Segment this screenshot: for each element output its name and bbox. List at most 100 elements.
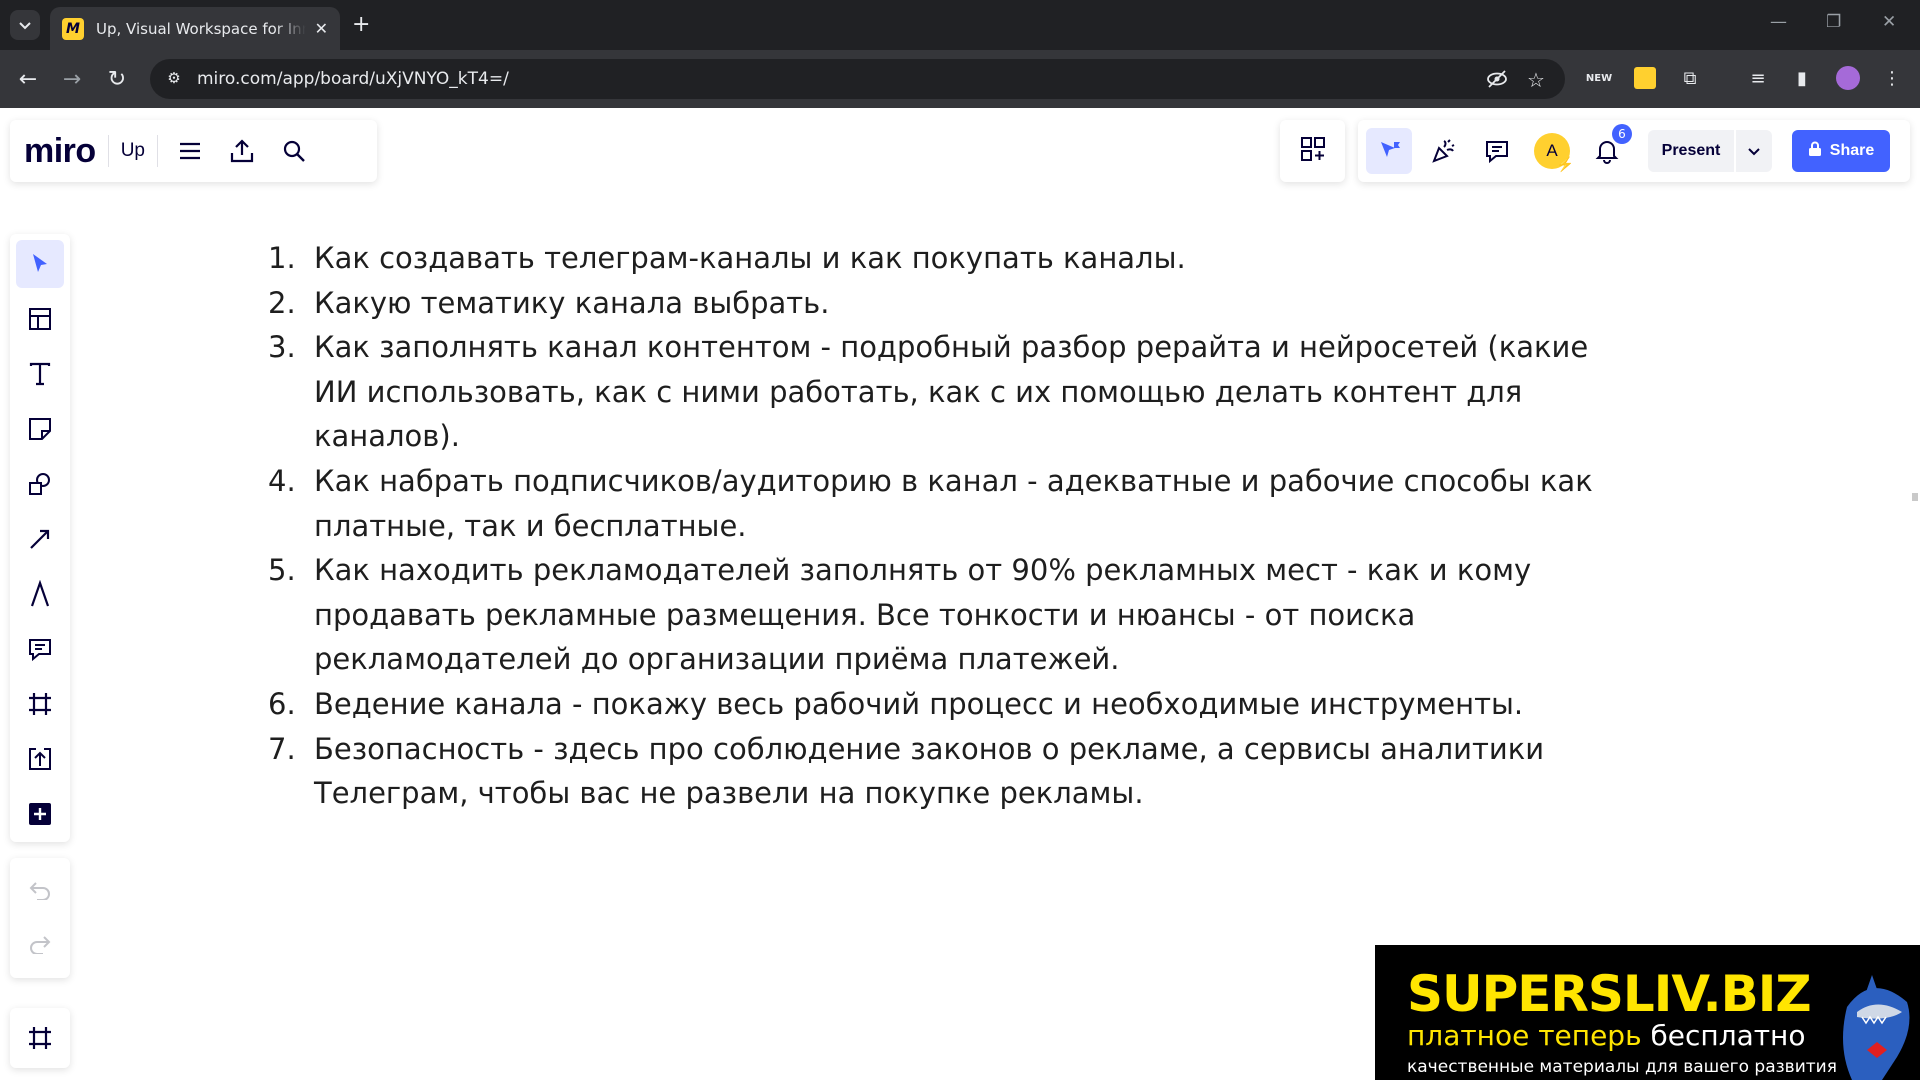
new-extension-icon[interactable]: NEW: [1585, 64, 1613, 92]
sticky-note-button[interactable]: [16, 405, 64, 453]
plus-square-icon: [29, 803, 51, 825]
present-button[interactable]: Present: [1648, 130, 1734, 172]
shapes-icon: [29, 473, 50, 495]
share-label: Share: [1829, 142, 1875, 159]
extensions-puzzle-icon[interactable]: ⧉: [1676, 64, 1704, 92]
scrollbar-handle[interactable]: [1912, 493, 1918, 501]
minimize-icon[interactable]: —: [1770, 12, 1787, 32]
notifications-button[interactable]: 6: [1584, 124, 1632, 174]
more-tools-button[interactable]: [16, 790, 64, 838]
comment-tool-button[interactable]: [16, 625, 64, 673]
connection-line-button[interactable]: [16, 515, 64, 563]
list-item: 4. Как набрать подписчиков/аудиторию в ка…: [268, 459, 1608, 548]
forward-arrow-icon[interactable]: →: [57, 64, 87, 94]
miro-favicon: M: [62, 17, 84, 40]
redo-button[interactable]: [16, 920, 64, 968]
select-tool-button[interactable]: [16, 240, 64, 288]
share-button[interactable]: Share: [1792, 130, 1890, 172]
board-header-panel: miro Up: [10, 120, 377, 182]
apps-panel: [1280, 120, 1345, 182]
browser-tab-bar: M Up, Visual Workspace for Innovation ✕ …: [0, 0, 1920, 50]
upload-icon: [29, 748, 51, 770]
tab-close-icon[interactable]: ✕: [315, 19, 328, 38]
shapes-button[interactable]: [16, 460, 64, 508]
arrow-line-icon: [30, 529, 50, 549]
url-text[interactable]: miro.com/app/board/uXjVNYO_kT4=/: [197, 69, 509, 89]
collaboration-panel: A ⚡ 6 Present Share: [1358, 120, 1910, 182]
shark-mascot-icon: [1843, 975, 1910, 1080]
list-number: 3.: [268, 330, 296, 365]
cursor-icon: [33, 254, 47, 272]
media-control-icon[interactable]: ≡: [1744, 64, 1772, 92]
follow-cursor-button[interactable]: [1366, 128, 1412, 174]
eye-off-icon[interactable]: [1486, 68, 1508, 95]
text-tool-button[interactable]: [16, 350, 64, 398]
new-tab-button[interactable]: +: [352, 12, 370, 37]
redo-icon: [30, 936, 51, 954]
list-text: Ведение канала - покажу весь рабочий про…: [314, 686, 1524, 721]
browser-menu-icon[interactable]: ⋮: [1878, 64, 1906, 92]
browser-tab-active[interactable]: M Up, Visual Workspace for Innovation ✕: [50, 7, 340, 50]
lightning-icon: ⚡: [1556, 156, 1574, 172]
miro-extension-icon[interactable]: [1631, 64, 1659, 92]
list-text: Как набрать подписчиков/аудиторию в кана…: [314, 463, 1593, 543]
list-item: 5. Как находить рекламодателей заполнять …: [268, 548, 1608, 682]
undo-redo-panel: [10, 858, 70, 978]
site-info-icon[interactable]: ⚙: [164, 69, 184, 89]
watermark-brand: SUPERSLIV.BIZ: [1407, 965, 1812, 1023]
divider: [156, 135, 158, 167]
frame-icon: [29, 1027, 51, 1049]
miro-logo[interactable]: miro: [24, 132, 96, 171]
search-icon[interactable]: [274, 131, 314, 171]
cursor-flag-icon: [1381, 142, 1400, 157]
back-arrow-icon[interactable]: ←: [13, 64, 43, 94]
main-menu-icon[interactable]: [170, 131, 210, 171]
list-item: 2. Какую тематику канала выбрать.: [268, 281, 1608, 326]
templates-button[interactable]: [16, 295, 64, 343]
comment-icon: [29, 639, 51, 662]
restore-icon[interactable]: ❐: [1826, 12, 1841, 32]
upload-button[interactable]: [16, 735, 64, 783]
list-text: Как заполнять канал контентом - подробны…: [314, 330, 1589, 454]
watermark-tagline: платное теперь бесплатно: [1407, 1019, 1806, 1052]
board-name[interactable]: Up: [121, 140, 145, 162]
list-text: Как создавать телеграм-каналы и как поку…: [314, 241, 1186, 275]
tagline-paid: платное теперь: [1407, 1019, 1642, 1052]
watermark-subtitle: качественные материалы для вашего развит…: [1407, 1057, 1837, 1077]
list-number: 1.: [268, 241, 296, 275]
pen-icon: [30, 580, 50, 607]
undo-icon: [29, 882, 50, 900]
avatar[interactable]: A ⚡: [1534, 133, 1574, 172]
list-text: Безопасность - здесь про соблюдение зако…: [314, 731, 1545, 811]
tagline-free: бесплатно: [1650, 1019, 1806, 1052]
list-number: 5.: [268, 553, 296, 588]
frame-tool-button[interactable]: [16, 680, 64, 728]
list-number: 4.: [268, 463, 296, 498]
list-number: 2.: [268, 285, 296, 320]
reactions-button[interactable]: [1420, 128, 1466, 174]
tab-search-button[interactable]: [10, 10, 40, 40]
side-panel-icon[interactable]: ▮: [1788, 64, 1816, 92]
export-upload-icon[interactable]: [222, 131, 262, 171]
reload-icon[interactable]: ↻: [102, 64, 132, 94]
party-popper-icon: [1432, 139, 1455, 163]
list-item: 3. Как заполнять канал контентом - подроб…: [268, 325, 1608, 459]
divider: [107, 135, 109, 167]
undo-button[interactable]: [16, 866, 64, 914]
pen-tool-button[interactable]: [16, 570, 64, 618]
watermark-banner: SUPERSLIV.BIZ платное теперь бесплатно к…: [1375, 945, 1920, 1080]
profile-avatar-icon[interactable]: [1834, 64, 1862, 92]
notification-badge: 6: [1612, 124, 1632, 144]
present-options-chevron-icon[interactable]: [1736, 130, 1772, 172]
list-text: Какую тематику канала выбрать.: [314, 285, 830, 320]
text-icon: [29, 362, 51, 386]
window-close-icon[interactable]: ✕: [1882, 12, 1896, 32]
comments-button[interactable]: [1474, 128, 1520, 174]
template-icon: [29, 308, 51, 330]
apps-grid-icon[interactable]: [1300, 136, 1326, 166]
comment-icon: [1486, 141, 1508, 164]
board-text-block[interactable]: 1. Как создавать телеграм-каналы и как по…: [268, 236, 1608, 816]
bookmark-star-icon[interactable]: ☆: [1527, 68, 1545, 92]
frames-list-button[interactable]: [16, 1014, 64, 1062]
omnibox[interactable]: ⚙ miro.com/app/board/uXjVNYO_kT4=/ ☆: [150, 59, 1565, 99]
